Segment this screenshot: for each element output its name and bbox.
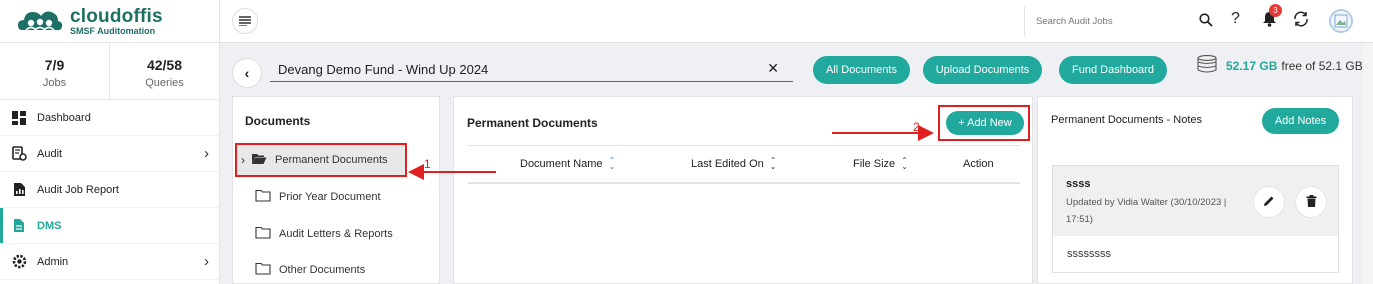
report-icon	[10, 181, 28, 199]
sync-icon[interactable]	[1292, 10, 1310, 33]
logo-name: cloudoffis	[70, 5, 163, 27]
dashboard-icon	[10, 109, 28, 127]
all-documents-button[interactable]: All Documents	[813, 56, 910, 84]
folder-icon	[255, 226, 271, 242]
stat-queries-value: 42/58	[146, 57, 183, 73]
add-new-button[interactable]: + Add New	[946, 111, 1024, 135]
sidebar-item-label: Admin	[37, 255, 69, 268]
sidebar-item-dashboard[interactable]: Dashboard	[0, 100, 219, 136]
storage-used: 52.17 GB	[1226, 58, 1278, 73]
folder-label: Prior Year Document	[279, 191, 381, 203]
folder-label: Audit Letters & Reports	[279, 228, 393, 240]
storage-info: 52.17 GB free of 52.1 GB	[1196, 55, 1363, 76]
database-icon	[1196, 55, 1218, 76]
stats-bar: 7/9 Jobs 42/58 Queries	[0, 43, 219, 100]
stat-jobs-value: 7/9	[44, 57, 65, 73]
menu-toggle-button[interactable]	[232, 8, 258, 34]
folder-permanent-documents[interactable]: › Permanent Documents	[235, 143, 407, 177]
help-icon[interactable]: ?	[1231, 10, 1240, 28]
audit-icon	[10, 145, 28, 163]
close-icon[interactable]: ✕	[767, 60, 779, 77]
fund-selector[interactable]: Devang Demo Fund - Wind Up 2024 ✕	[270, 58, 793, 82]
note-body: ssssssss	[1067, 248, 1111, 260]
chevron-right-icon: ›	[241, 153, 245, 167]
permanent-documents-title: Permanent Documents	[467, 116, 598, 130]
folder-icon	[255, 189, 271, 205]
folder-prior-year-document[interactable]: Prior Year Document	[233, 180, 381, 214]
sort-icon: ⌃ ⌄	[769, 156, 777, 171]
page-scrollbar[interactable]	[1363, 43, 1373, 284]
chevron-right-icon: ›	[204, 253, 209, 270]
note-meta: Updated by Vidia Walter (30/10/2023 | 17…	[1066, 197, 1227, 225]
stat-queries[interactable]: 42/58 Queries	[109, 43, 219, 99]
table-header: Document Name ⌃ ⌄ Last Edited On ⌃ ⌄ File …	[468, 145, 1020, 184]
column-last-edited[interactable]: Last Edited On ⌃ ⌄	[691, 156, 777, 171]
column-label: Action	[963, 158, 994, 170]
storage-total: free of 52.1 GB	[1281, 58, 1363, 73]
avatar[interactable]	[1329, 9, 1353, 33]
stat-jobs-label: Jobs	[42, 77, 67, 89]
sidebar-item-label: Audit Job Report	[37, 183, 119, 196]
sidebar-item-audit[interactable]: Audit ›	[0, 136, 219, 172]
search-icon[interactable]	[1199, 13, 1213, 30]
settings-icon	[10, 253, 28, 271]
cloud-logo-icon	[16, 6, 64, 36]
sidebar-item-label: Audit	[37, 147, 63, 160]
note-title: ssss	[1066, 178, 1091, 190]
add-notes-button[interactable]: Add Notes	[1262, 108, 1339, 134]
folder-icon	[255, 262, 271, 278]
sidebar-item-label: Dashboard	[37, 111, 91, 124]
sidebar-item-dms[interactable]: DMS	[0, 208, 219, 244]
permanent-documents-panel: Permanent Documents + Add New Document N…	[453, 96, 1033, 284]
notes-panel: Permanent Documents - Notes Add Notes ss…	[1037, 96, 1353, 284]
sidebar: cloudoffis SMSF Auditomation 7/9 Jobs 42…	[0, 0, 220, 284]
top-bar: ? 3	[220, 0, 1373, 43]
annotation-step-1: 1	[424, 157, 431, 171]
documents-panel: Documents › Permanent Documents Prior Ye…	[232, 96, 440, 284]
open-folder-icon	[251, 152, 267, 168]
folder-label: Permanent Documents	[275, 154, 388, 166]
sidebar-item-audit-job-report[interactable]: Audit Job Report	[0, 172, 219, 208]
fund-dashboard-button[interactable]: Fund Dashboard	[1059, 56, 1167, 84]
documents-panel-title: Documents	[245, 114, 311, 128]
sort-icon: ⌃ ⌄	[608, 156, 616, 171]
column-document-name[interactable]: Document Name ⌃ ⌄	[520, 156, 616, 171]
edit-note-button[interactable]	[1253, 186, 1285, 218]
sidebar-item-label: DMS	[37, 219, 62, 232]
chevron-right-icon: ›	[204, 145, 209, 162]
upload-documents-button[interactable]: Upload Documents	[923, 56, 1042, 84]
folder-audit-letters-reports[interactable]: Audit Letters & Reports	[233, 217, 393, 251]
back-button[interactable]: ‹	[232, 58, 262, 88]
sort-icon: ⌃ ⌄	[901, 156, 908, 171]
column-label: File Size	[853, 158, 896, 170]
stat-queries-label: Queries	[145, 77, 184, 89]
hamburger-icon	[239, 14, 251, 29]
search-box	[1024, 6, 1220, 36]
folder-label: Other Documents	[279, 264, 366, 276]
search-input[interactable]	[1036, 15, 1186, 27]
logo-subtitle: SMSF Auditomation	[70, 25, 156, 36]
column-label: Document Name	[520, 158, 603, 170]
column-label: Last Edited On	[691, 158, 764, 170]
notes-panel-title: Permanent Documents - Notes	[1051, 114, 1203, 126]
note-card: ssss Updated by Vidia Walter (30/10/2023…	[1052, 165, 1339, 273]
column-action: Action	[963, 158, 994, 170]
delete-note-button[interactable]	[1295, 186, 1327, 218]
column-file-size[interactable]: File Size ⌃ ⌄	[853, 156, 908, 171]
chevron-left-icon: ‹	[244, 65, 250, 81]
trash-icon	[1306, 194, 1317, 210]
logo[interactable]: cloudoffis SMSF Auditomation	[0, 0, 219, 43]
sidebar-item-admin[interactable]: Admin ›	[0, 244, 219, 280]
notification-badge: 3	[1269, 4, 1282, 17]
fund-name: Devang Demo Fund - Wind Up 2024	[278, 62, 489, 77]
document-icon	[10, 217, 28, 235]
folder-other-documents[interactable]: Other Documents	[233, 253, 365, 284]
pencil-icon	[1263, 195, 1275, 210]
stat-jobs[interactable]: 7/9 Jobs	[0, 43, 109, 99]
add-new-highlight: + Add New	[938, 105, 1030, 141]
annotation-step-2: 2	[913, 120, 920, 134]
